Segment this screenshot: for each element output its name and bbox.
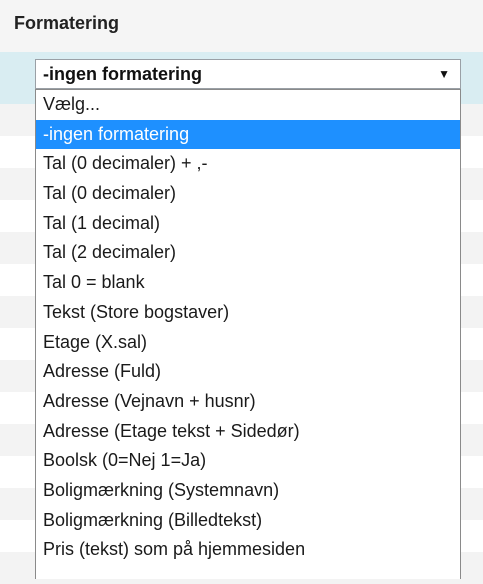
dropdown-option[interactable]: Tal (1 decimal) bbox=[36, 209, 460, 239]
format-dropdown-list[interactable]: Vælg... -ingen formatering Tal (0 decimale… bbox=[35, 89, 461, 579]
dropdown-option[interactable]: Tekst (Store bogstaver) bbox=[36, 298, 460, 328]
dropdown-option[interactable]: Adresse (Fuld) bbox=[36, 357, 460, 387]
dropdown-option[interactable]: Vælg... bbox=[36, 90, 460, 120]
format-select-value: -ingen formatering bbox=[43, 63, 203, 84]
dropdown-option[interactable]: Boligmærkning (Systemnavn) bbox=[36, 476, 460, 506]
chevron-down-icon: ▼ bbox=[438, 67, 450, 81]
dropdown-option[interactable]: Pris (tekst) som på hjemmesiden bbox=[36, 535, 460, 565]
dropdown-option[interactable]: Tal (0 decimaler) bbox=[36, 179, 460, 209]
section-title: Formatering bbox=[14, 13, 120, 33]
dropdown-option[interactable]: Boolsk (0=Nej 1=Ja) bbox=[36, 446, 460, 476]
dropdown-option[interactable]: Tal (2 decimaler) bbox=[36, 238, 460, 268]
dropdown-option[interactable]: Etage (X.sal) bbox=[36, 328, 460, 358]
section-header: Formatering bbox=[0, 0, 483, 52]
dropdown-option[interactable]: Boligmærkning (Billedtekst) bbox=[36, 506, 460, 536]
dropdown-option[interactable]: Tal (0 decimaler) + ,- bbox=[36, 149, 460, 179]
dropdown-option[interactable]: Tal 0 = blank bbox=[36, 268, 460, 298]
dropdown-option[interactable]: -ingen formatering bbox=[36, 119, 460, 150]
dropdown-option[interactable]: Adresse (Etage tekst + Sidedør) bbox=[36, 417, 460, 447]
dropdown-option[interactable]: Adresse (Vejnavn + husnr) bbox=[36, 387, 460, 417]
format-select[interactable]: -ingen formatering ▼ bbox=[35, 59, 461, 89]
